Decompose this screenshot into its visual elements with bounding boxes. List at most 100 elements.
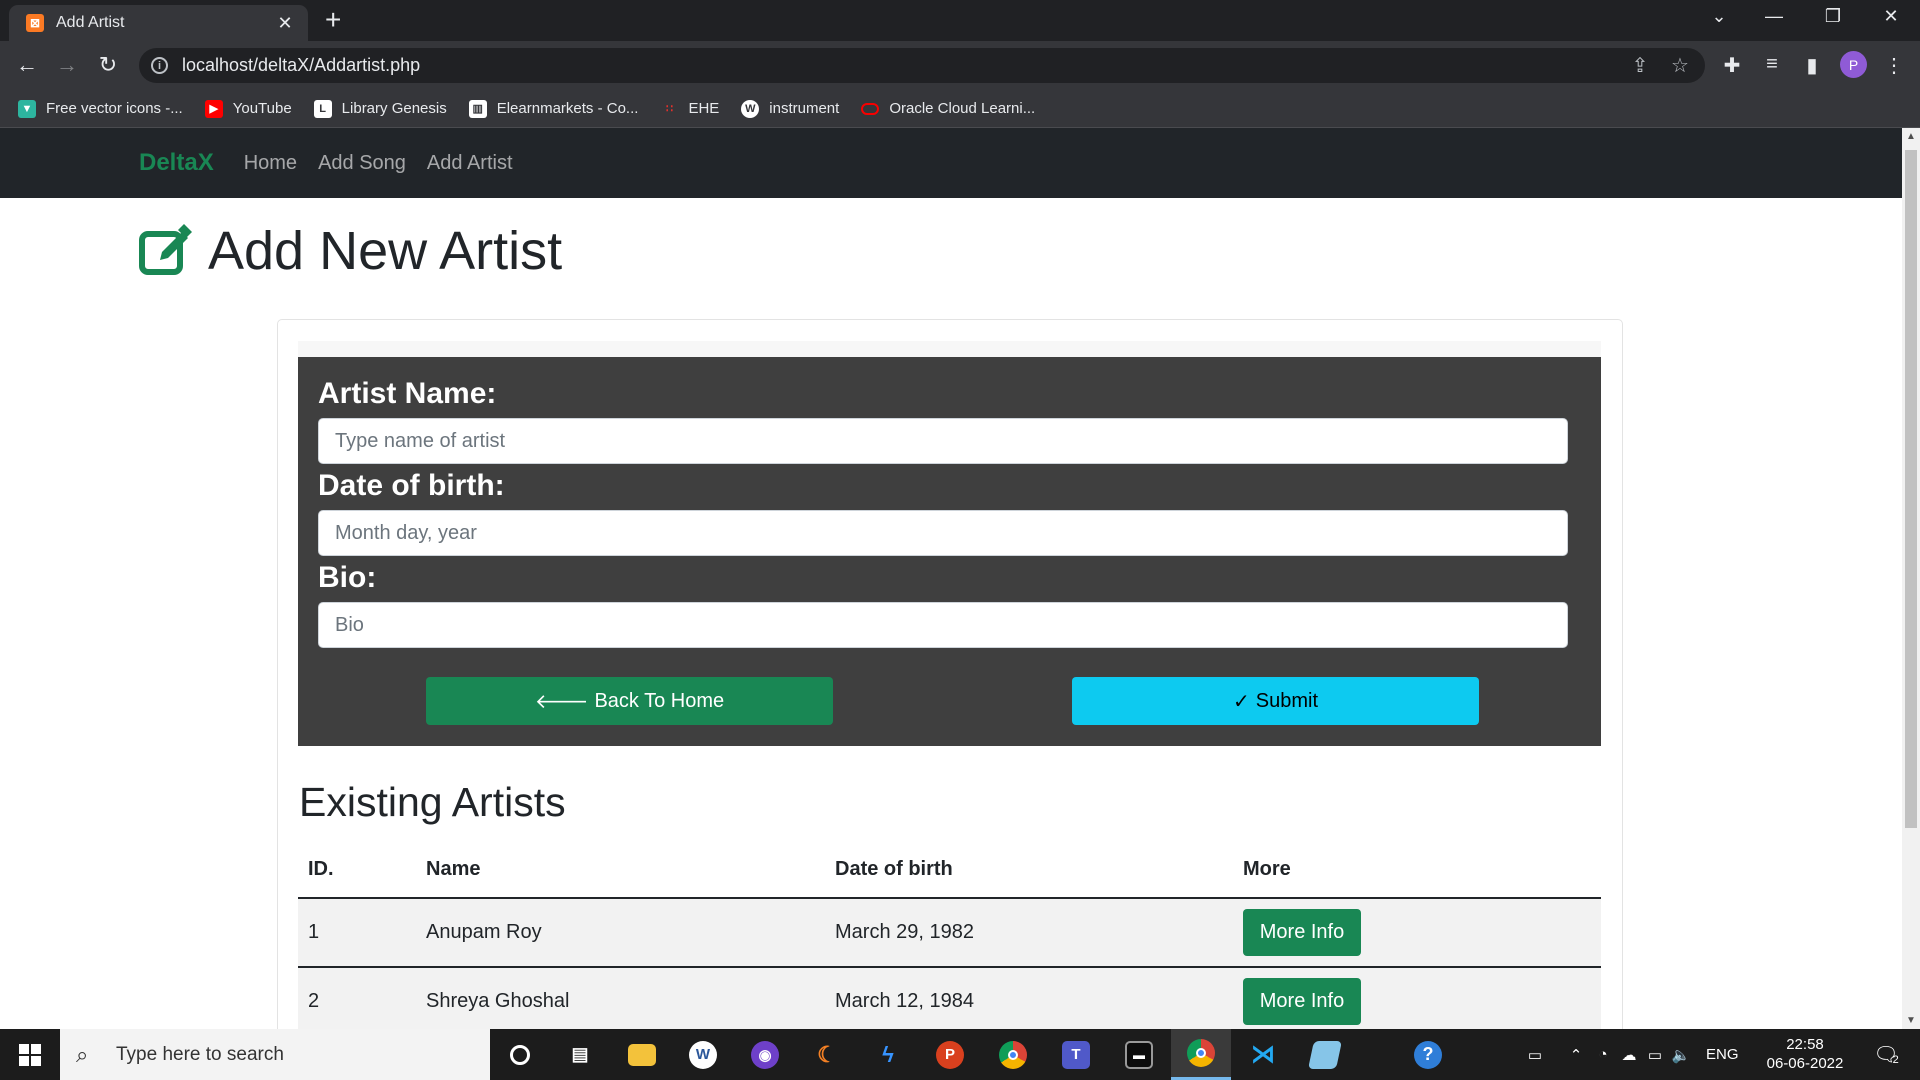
bookmark-item[interactable]: ▶ YouTube: [204, 99, 292, 118]
site-info-icon[interactable]: i: [151, 57, 168, 74]
cell-id: 1: [298, 898, 416, 968]
url-text[interactable]: localhost/deltaX/Addartist.php: [182, 55, 1625, 76]
cortana-icon[interactable]: [490, 1029, 550, 1080]
browser-toolbar: ← → ↻ i localhost/deltaX/Addartist.php ⇪…: [0, 41, 1920, 90]
flaticon-icon: ▼: [18, 99, 36, 118]
notification-center[interactable]: 🗨 2: [1866, 1029, 1906, 1080]
bookmark-item[interactable]: ▼ Free vector icons -...: [18, 99, 183, 118]
file-explorer-icon[interactable]: [612, 1029, 672, 1080]
check-icon: ✓: [1232, 690, 1250, 713]
cell-dob: March 29, 1982: [825, 898, 1233, 968]
artist-name-label: Artist Name:: [318, 377, 497, 410]
header-dob: Date of birth: [825, 842, 1233, 899]
extensions-icon[interactable]: ✚: [1718, 53, 1746, 78]
close-tab-icon[interactable]: ✕: [274, 13, 296, 34]
windows-taskbar: ⌕ Type here to search ▤ W ◉ ☾ ϟ P T ▬ ⋊ …: [0, 1029, 1920, 1080]
page-heading: Add New Artist: [138, 220, 562, 282]
news-icon[interactable]: ▭: [1518, 1046, 1552, 1064]
restore-icon[interactable]: ❐: [1819, 6, 1847, 27]
library-icon: L: [313, 99, 332, 118]
header-name: Name: [416, 842, 825, 899]
help-icon[interactable]: ?: [1398, 1029, 1458, 1080]
tab-search-icon[interactable]: ⌄: [1705, 6, 1733, 27]
share-icon[interactable]: ⇪: [1625, 53, 1655, 78]
cell-more: More Info: [1233, 898, 1601, 968]
vscode-icon[interactable]: ⋊: [1233, 1029, 1293, 1080]
profile-avatar[interactable]: P: [1840, 51, 1867, 78]
github-icon[interactable]: ◉: [735, 1029, 795, 1080]
bookmark-item[interactable]: ▥ Elearnmarkets - Co...: [468, 99, 639, 118]
taskbar-search[interactable]: ⌕ Type here to search: [60, 1029, 490, 1080]
brand-logo[interactable]: DeltaX: [139, 149, 214, 177]
chevron-up-icon[interactable]: ⌃: [1562, 1046, 1590, 1064]
side-panel-icon[interactable]: ▮: [1798, 53, 1826, 78]
clock[interactable]: 22:58 06-06-2022: [1760, 1035, 1850, 1073]
dob-input[interactable]: [318, 510, 1568, 556]
new-tab-icon[interactable]: +: [325, 6, 341, 34]
bookmark-label: Free vector icons -...: [46, 100, 183, 117]
nav-link-home[interactable]: Home: [244, 152, 297, 175]
back-button-label: Back To Home: [594, 689, 725, 712]
bio-input[interactable]: [318, 602, 1568, 648]
volume-icon[interactable]: 🔈: [1668, 1046, 1694, 1064]
language-indicator[interactable]: ENG: [1706, 1046, 1739, 1063]
submit-button[interactable]: ✓ Submit: [1072, 677, 1479, 725]
eclipse-icon[interactable]: ☾: [797, 1029, 857, 1080]
address-bar[interactable]: i localhost/deltaX/Addartist.php ⇪ ☆: [139, 48, 1705, 83]
teams-icon[interactable]: T: [1046, 1029, 1106, 1080]
network-icon[interactable]: ◔: [1590, 1046, 1616, 1063]
visual-studio-icon[interactable]: ϟ: [858, 1029, 918, 1080]
notification-count: 2: [1892, 1053, 1899, 1066]
terminal-icon[interactable]: ▬: [1109, 1029, 1169, 1080]
bookmark-item[interactable]: W instrument: [741, 99, 840, 118]
nav-link-add-song[interactable]: Add Song: [318, 152, 406, 175]
scroll-up-icon[interactable]: ▲: [1902, 131, 1920, 142]
chrome-active-icon[interactable]: [1171, 1029, 1231, 1080]
bookmarks-bar: ▼ Free vector icons -... ▶ YouTube L Lib…: [0, 90, 1920, 128]
bookmark-label: Elearnmarkets - Co...: [496, 100, 639, 117]
bookmark-star-icon[interactable]: ☆: [1665, 53, 1695, 78]
bookmark-item[interactable]: Oracle Cloud Learni...: [861, 100, 1035, 117]
pdf-icon[interactable]: P: [920, 1029, 980, 1080]
task-view-icon[interactable]: ▤: [550, 1029, 610, 1080]
cell-dob: March 12, 1984: [825, 967, 1233, 1029]
artist-name-input[interactable]: [318, 418, 1568, 464]
browser-tab-active[interactable]: ⊠ Add Artist ✕: [9, 5, 308, 41]
submit-button-label: Submit: [1255, 689, 1318, 712]
page-scrollbar[interactable]: ▲ ▼: [1902, 128, 1920, 1029]
site-navbar: DeltaX Home Add Song Add Artist: [0, 128, 1902, 198]
browser-tabbar: ⊠ Add Artist ✕ + ⌄ — ❐ ✕: [0, 0, 1920, 41]
edit-icon: [139, 224, 192, 275]
bookmark-item[interactable]: L Library Genesis: [313, 99, 447, 118]
office-icon[interactable]: W: [673, 1029, 733, 1080]
artists-table: ID. Name Date of birth More 1 Anupam Roy…: [298, 842, 1601, 1029]
close-window-icon[interactable]: ✕: [1877, 6, 1905, 27]
scroll-down-icon[interactable]: ▼: [1902, 1015, 1920, 1026]
nav-link-add-artist[interactable]: Add Artist: [427, 152, 513, 175]
table-row: 1 Anupam Roy March 29, 1982 More Info: [298, 898, 1601, 968]
more-info-button[interactable]: More Info: [1243, 909, 1361, 956]
bookmark-item[interactable]: ∷ EHE: [660, 100, 719, 118]
menu-icon[interactable]: ⋮: [1880, 53, 1908, 78]
bookmark-label: Oracle Cloud Learni...: [889, 100, 1036, 117]
more-info-button[interactable]: More Info: [1243, 978, 1361, 1025]
notepad-icon[interactable]: [1295, 1029, 1355, 1080]
battery-icon[interactable]: ▭: [1642, 1046, 1668, 1064]
minimize-icon[interactable]: —: [1760, 6, 1788, 27]
youtube-icon: ▶: [204, 99, 223, 118]
start-button[interactable]: [0, 1029, 60, 1080]
forward-icon[interactable]: →: [53, 53, 81, 77]
back-icon[interactable]: ←: [13, 53, 41, 77]
clock-time: 22:58: [1786, 1036, 1824, 1053]
scroll-thumb[interactable]: [1905, 150, 1917, 828]
onedrive-icon[interactable]: ☁: [1616, 1046, 1642, 1064]
cell-name: Anupam Roy: [416, 898, 825, 968]
reload-icon[interactable]: ↻: [94, 53, 122, 77]
chart-icon: ▥: [468, 99, 487, 118]
oracle-icon: [861, 102, 880, 115]
header-more: More: [1233, 842, 1601, 899]
back-to-home-button[interactable]: 🡐 Back To Home: [426, 677, 833, 725]
chrome-icon[interactable]: [983, 1029, 1043, 1080]
media-control-icon[interactable]: ≡: [1758, 53, 1786, 76]
bookmark-label: instrument: [769, 100, 840, 117]
